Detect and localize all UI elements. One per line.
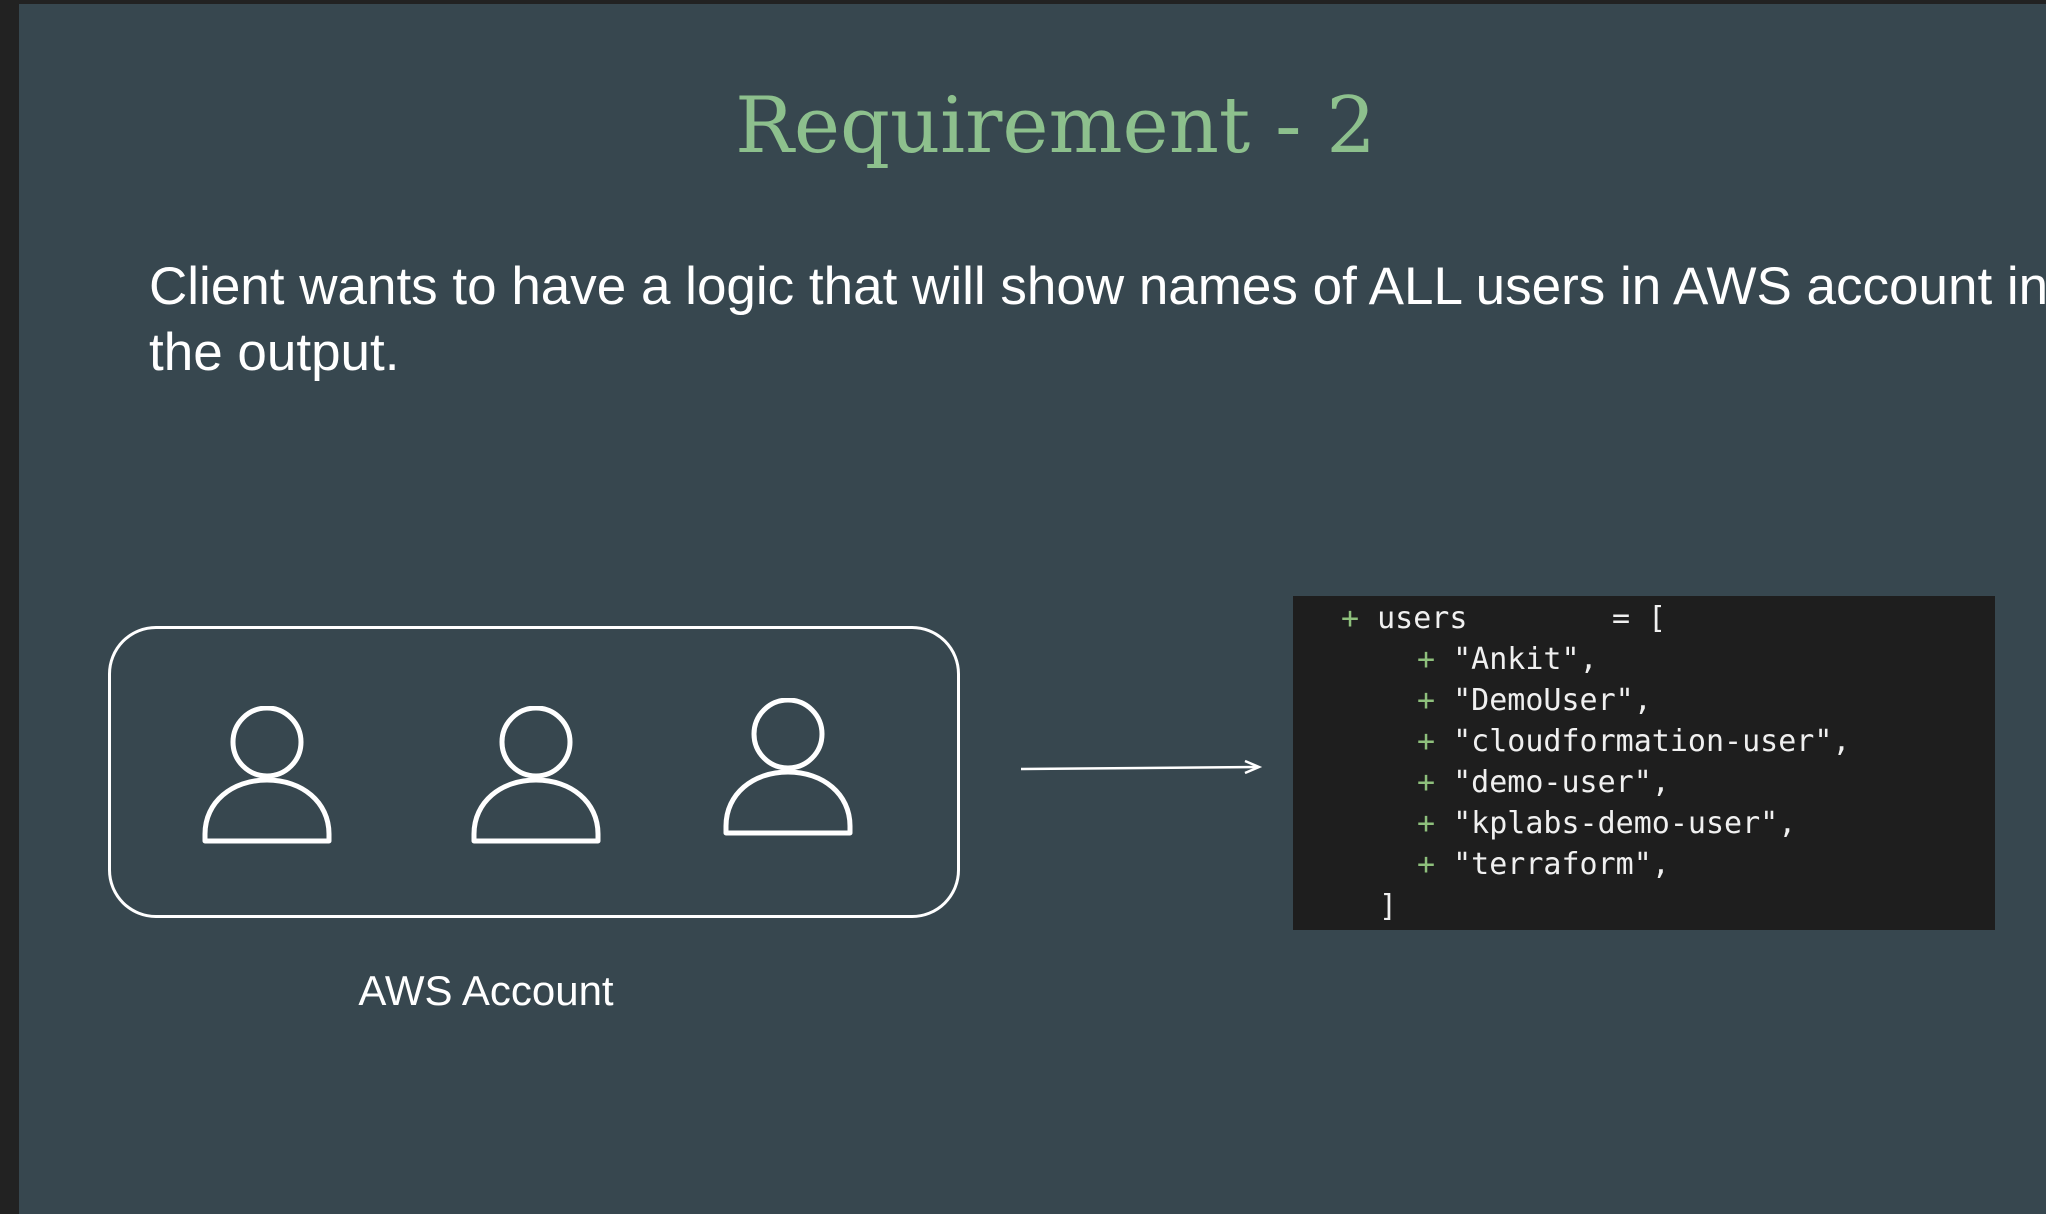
code-line-item: + "terraform", [1417,844,1670,885]
code-line-users: + users = [ [1341,598,1666,639]
user-icon [723,698,853,836]
diff-marker: + [1417,642,1436,677]
diff-marker: + [1417,765,1436,800]
diff-marker: + [1341,601,1360,636]
slide-description: Client wants to have a logic that will s… [149,257,2046,382]
code-value: "kplabs-demo-user", [1453,806,1797,841]
arrow-right-icon [1020,759,1263,775]
code-line-item: + "kplabs-demo-user", [1417,803,1796,844]
code-line-item: + "cloudformation-user", [1417,721,1850,762]
diff-marker: + [1417,847,1436,882]
user-icon [471,706,601,844]
code-value: "terraform", [1453,847,1670,882]
code-value: "DemoUser", [1453,683,1652,718]
diff-marker: + [1417,806,1436,841]
code-line-item: + "DemoUser", [1417,680,1652,721]
aws-account-label: AWS Account [358,967,614,1014]
diff-marker: + [1417,683,1436,718]
window-frame: Requirement - 2 Client wants to have a l… [0,0,2046,1214]
user-icon [202,706,332,844]
slide-title: Requirement - 2 [735,81,1376,171]
code-key: users [1377,601,1468,636]
code-line-closing: ] [1379,889,1398,924]
slide: Requirement - 2 Client wants to have a l… [19,4,2046,1214]
diff-marker: + [1417,724,1436,759]
code-line-item: + "Ankit", [1417,639,1598,680]
code-value: "demo-user", [1453,765,1670,800]
terraform-output-panel: + users = [ + "Ankit", + "DemoUser", + "… [1293,596,1995,930]
code-operator: = [ [1611,601,1667,636]
code-value: "Ankit", [1453,642,1598,677]
code-value: "cloudformation-user", [1453,724,1851,759]
code-line-item: + "demo-user", [1417,762,1670,803]
